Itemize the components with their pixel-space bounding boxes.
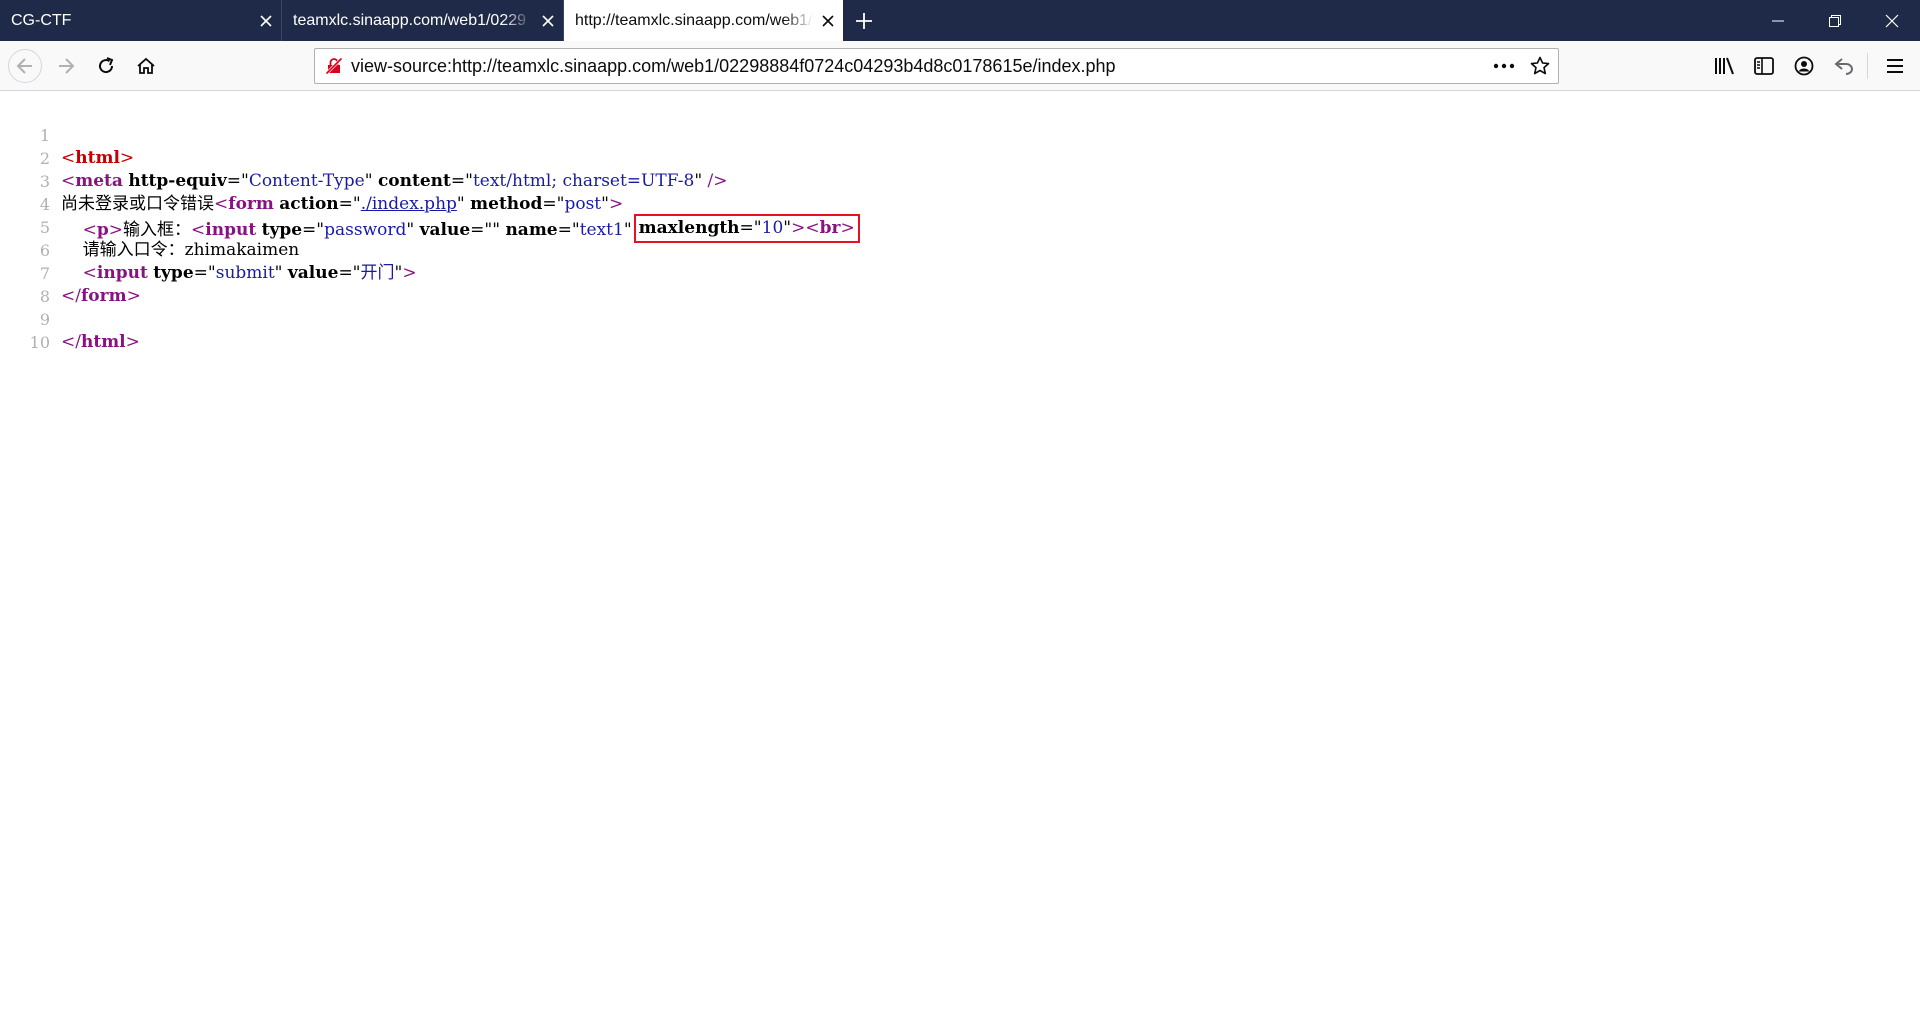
insecure-connection-icon[interactable] <box>317 49 351 83</box>
close-icon[interactable] <box>533 0 563 41</box>
minimize-icon <box>1771 20 1784 21</box>
address-bar[interactable]: view-source:http://teamxlc.sinaapp.com/w… <box>314 48 1559 84</box>
reload-icon <box>99 57 114 74</box>
account-icon <box>1794 56 1814 76</box>
close-icon <box>1885 14 1898 27</box>
close-window-button[interactable] <box>1863 0 1920 41</box>
undo-button[interactable] <box>1827 49 1861 83</box>
bookmark-button[interactable] <box>1522 49 1558 83</box>
source-line: 5 请输入口令：zhimakaimen <box>0 193 1920 260</box>
restore-button[interactable] <box>1806 0 1863 41</box>
plus-icon <box>856 12 872 29</box>
undo-icon <box>1834 58 1853 75</box>
toolbar-divider <box>1867 53 1868 79</box>
url-text[interactable]: view-source:http://teamxlc.sinaapp.com/w… <box>351 56 1486 77</box>
back-button[interactable] <box>8 49 42 83</box>
more-dots-icon <box>1493 63 1515 69</box>
source-line: 4 <p>输入框：<input type="password" value=""… <box>0 170 1920 243</box>
home-icon <box>137 57 155 74</box>
tab-title: CG-CTF <box>11 11 72 29</box>
sidebar-icon <box>1754 57 1774 75</box>
forward-button[interactable] <box>49 49 83 83</box>
forward-arrow-icon <box>59 58 75 74</box>
minimize-button[interactable] <box>1749 0 1806 41</box>
tab-bar: CG-CTF teamxlc.sinaapp.com/web1/0229 htt… <box>0 0 1920 41</box>
navigation-toolbar: view-source:http://teamxlc.sinaapp.com/w… <box>0 41 1920 91</box>
source-line: 1 <html> <box>0 101 1920 168</box>
page-actions-button[interactable] <box>1486 49 1522 83</box>
reload-button[interactable] <box>89 49 123 83</box>
source-line: 3 尚未登录或口令错误<form action="./index.php" me… <box>0 147 1920 214</box>
account-button[interactable] <box>1787 49 1821 83</box>
view-source-content: 1 <html> 2 <meta http-equiv="Content-Typ… <box>0 101 1920 352</box>
close-icon[interactable] <box>251 0 281 41</box>
home-button[interactable] <box>129 49 163 83</box>
line-number: 10 <box>29 333 50 352</box>
new-tab-button[interactable] <box>843 0 885 41</box>
sidebar-button[interactable] <box>1747 49 1781 83</box>
source-line: 9 </html> <box>0 285 1920 352</box>
source-line: 8 <box>0 262 1920 306</box>
source-line: 6 <input type="submit" value="开门"> <box>0 216 1920 283</box>
restore-icon <box>1828 14 1841 27</box>
tag-name: html <box>80 332 126 352</box>
source-line: 2 <meta http-equiv="Content-Type" conten… <box>0 124 1920 191</box>
window-controls <box>1749 0 1920 41</box>
tab-title: http://teamxlc.sinaapp.com/web1/ <box>575 11 813 29</box>
hamburger-menu-icon <box>1887 59 1903 73</box>
star-icon <box>1530 56 1550 75</box>
tab-cg-ctf[interactable]: CG-CTF <box>0 0 282 41</box>
close-icon[interactable] <box>813 0 843 41</box>
tab-title: teamxlc.sinaapp.com/web1/0229 <box>293 11 527 29</box>
source-line: 10 <box>0 308 1920 352</box>
tab-teamxlc-web1[interactable]: teamxlc.sinaapp.com/web1/0229 <box>282 0 564 41</box>
menu-button[interactable] <box>1878 49 1912 83</box>
library-button[interactable] <box>1708 49 1742 83</box>
tab-view-source-active[interactable]: http://teamxlc.sinaapp.com/web1/ <box>564 0 843 41</box>
source-line: 7 </form> <box>0 239 1920 306</box>
library-icon <box>1715 57 1734 75</box>
back-arrow-icon <box>16 58 32 74</box>
